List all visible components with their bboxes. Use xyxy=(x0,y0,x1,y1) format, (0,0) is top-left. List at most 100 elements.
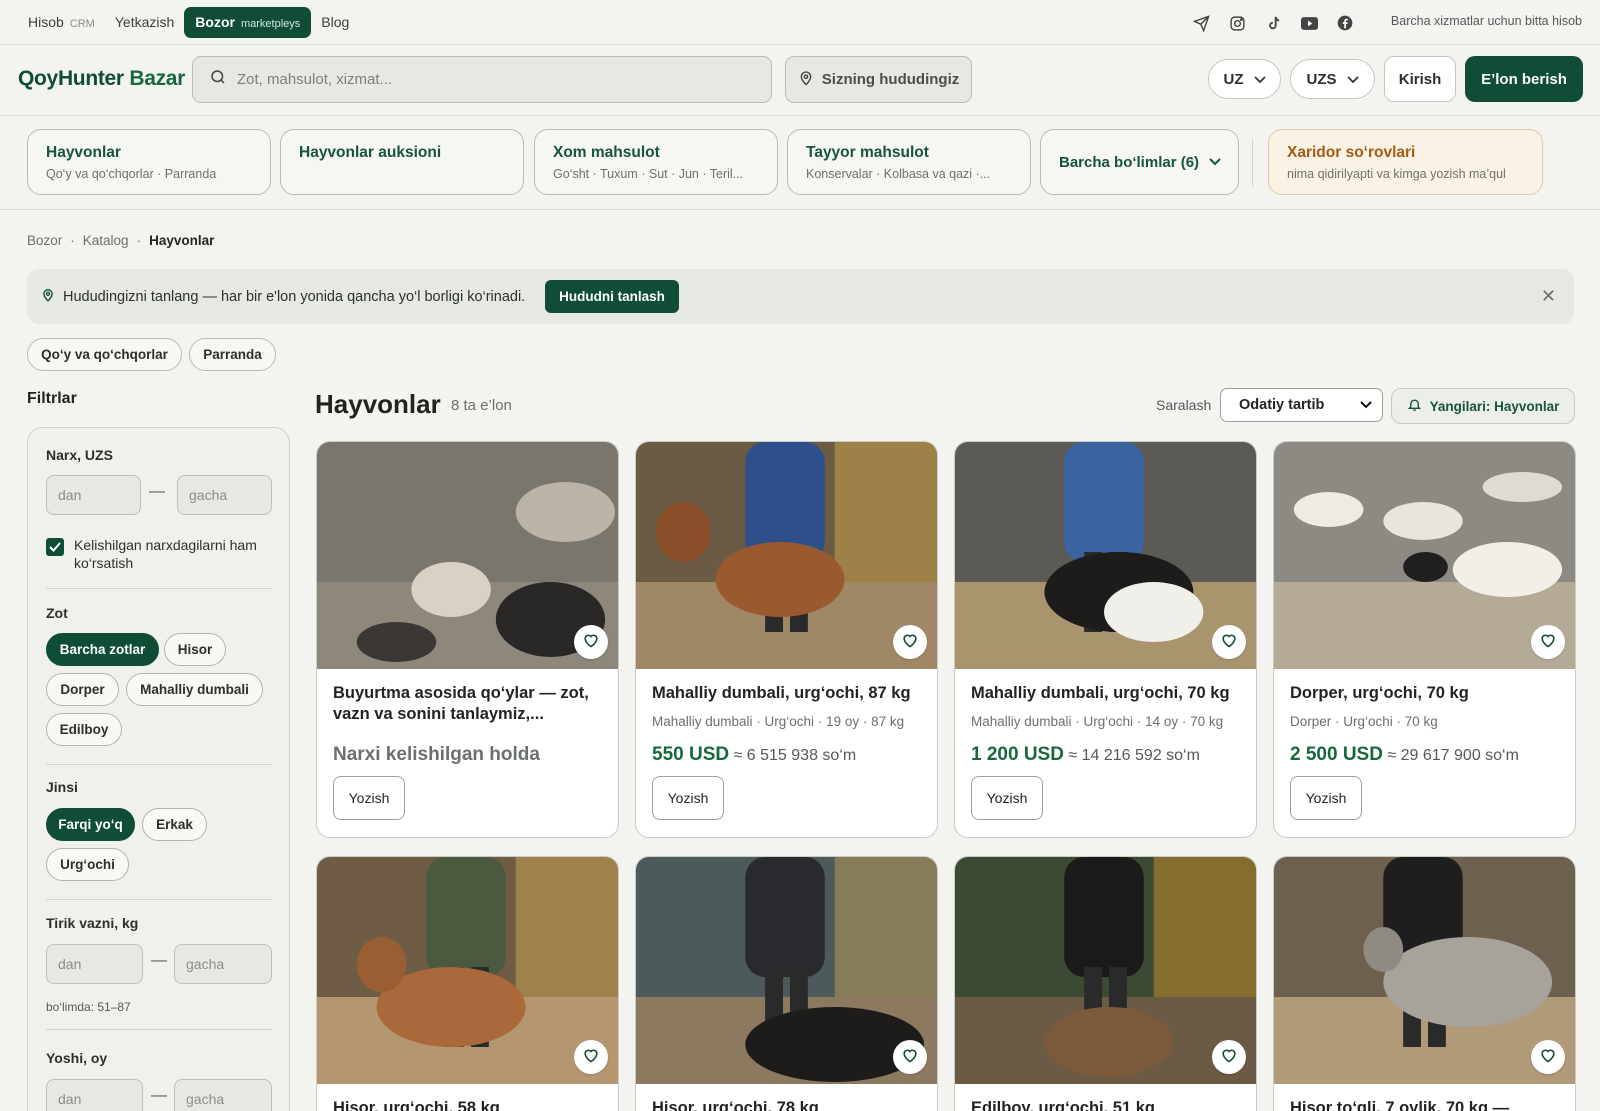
weight-from-input[interactable]: dan xyxy=(46,944,143,984)
listing-card[interactable]: Hisor, urg‘ochi, 58 kg xyxy=(316,856,619,1111)
favorite-button[interactable] xyxy=(1212,625,1246,659)
age-to-input[interactable]: gacha xyxy=(174,1079,272,1111)
listing-photo[interactable] xyxy=(1274,442,1575,669)
listing-photo-image xyxy=(636,442,937,669)
favorite-button[interactable] xyxy=(893,1040,927,1074)
listing-card[interactable]: Hisor to‘qli, 7 oylik, 70 kg — naslga xyxy=(1273,856,1576,1111)
category-auksion[interactable]: Hayvonlar auksioni xyxy=(280,129,524,195)
category-sub: Qo‘y va qo‘chqorlar · Parranda xyxy=(46,167,217,181)
login-button[interactable]: Kirish xyxy=(1384,56,1456,102)
listing-photo[interactable] xyxy=(636,857,937,1084)
listing-photo[interactable] xyxy=(1274,857,1575,1084)
listing-photo[interactable] xyxy=(955,442,1256,669)
nav-bozor[interactable]: Bozor marketpleys xyxy=(184,7,312,38)
youtube-icon[interactable] xyxy=(1298,12,1320,34)
favorite-button[interactable] xyxy=(574,1040,608,1074)
sort-select[interactable]: Odatiy tartib xyxy=(1220,388,1383,422)
heart-icon xyxy=(901,632,919,653)
instagram-icon[interactable] xyxy=(1226,12,1248,34)
sex-female[interactable]: Urg‘ochi xyxy=(46,848,129,881)
listing-title[interactable]: Mahalliy dumbali, urg‘ochi, 87 kg xyxy=(652,683,927,704)
facebook-icon[interactable] xyxy=(1334,12,1356,34)
listing-price-negotiable: Narxi kelishilgan holda xyxy=(333,744,540,765)
breadcrumb-item[interactable]: Katalog xyxy=(83,233,129,248)
tagline: Barcha xizmatlar uchun bitta hisob xyxy=(1390,14,1582,28)
listing-card[interactable]: Dorper, urg‘ochi, 70 kg Dorper · Urg‘ochi… xyxy=(1273,441,1576,838)
location-pin-icon xyxy=(798,69,814,91)
write-button[interactable]: Yozish xyxy=(652,776,724,820)
main-header: QoyHunter Bazar Sizning hududingiz UZ UZ… xyxy=(0,45,1600,116)
telegram-icon[interactable] xyxy=(1190,12,1212,34)
listing-card[interactable]: Mahalliy dumbali, urg‘ochi, 70 kg Mahalli… xyxy=(954,441,1257,838)
category-xom-mahsulot[interactable]: Xom mahsulot Go‘sht · Tuxum · Sut · Jun … xyxy=(534,129,778,195)
price-som: ≈ 6 515 938 so‘m xyxy=(733,747,857,764)
nav-yetkazish[interactable]: Yetkazish xyxy=(105,7,184,38)
currency-select[interactable]: UZS xyxy=(1290,59,1375,99)
price-from-input[interactable]: dan xyxy=(46,475,141,515)
price-usd: 2 500 USD xyxy=(1290,744,1383,765)
age-from-input[interactable]: dan xyxy=(46,1079,143,1111)
choose-region-button[interactable]: Hududni tanlash xyxy=(545,280,679,313)
listing-photo-image xyxy=(1274,442,1575,669)
breed-dorper[interactable]: Dorper xyxy=(46,673,119,706)
nav-hisob[interactable]: Hisob CRM xyxy=(18,7,105,38)
subscribe-updates-button[interactable]: Yangilari: Hayvonlar xyxy=(1391,388,1575,424)
listing-title[interactable]: Hisor to‘qli, 7 oylik, 70 kg — naslga xyxy=(1290,1098,1565,1111)
write-button[interactable]: Yozish xyxy=(333,776,405,820)
logo[interactable]: QoyHunter Bazar xyxy=(18,67,185,91)
price-to-input[interactable]: gacha xyxy=(177,475,272,515)
breadcrumb-current: Hayvonlar xyxy=(149,233,215,248)
sex-male[interactable]: Erkak xyxy=(142,808,207,841)
sex-any[interactable]: Farqi yo‘q xyxy=(46,808,135,841)
listing-card[interactable]: Hisor, urg‘ochi, 78 kg xyxy=(635,856,938,1111)
listing-card[interactable]: Buyurtma asosida qo‘ylar — zot, vazn va … xyxy=(316,441,619,838)
age-label: Yoshi, oy xyxy=(46,1050,108,1066)
chip-qoy[interactable]: Qo‘y va qo‘chqorlar xyxy=(27,338,182,371)
language-select[interactable]: UZ xyxy=(1208,59,1281,99)
search-input[interactable] xyxy=(237,71,737,88)
listing-title[interactable]: Mahalliy dumbali, urg‘ochi, 70 kg xyxy=(971,683,1246,704)
favorite-button[interactable] xyxy=(574,625,608,659)
listing-photo[interactable] xyxy=(955,857,1256,1084)
notice-text: Hududingizni tanlang — har bir e'lon yon… xyxy=(63,289,526,305)
write-button[interactable]: Yozish xyxy=(971,776,1043,820)
breed-mahalliy-dumbali[interactable]: Mahalliy dumbali xyxy=(126,673,263,706)
breed-hisor[interactable]: Hisor xyxy=(164,633,226,666)
listing-card[interactable]: Mahalliy dumbali, urg‘ochi, 87 kg Mahalli… xyxy=(635,441,938,838)
write-button[interactable]: Yozish xyxy=(1290,776,1362,820)
tiktok-icon[interactable] xyxy=(1262,12,1284,34)
category-tayyor-mahsulot[interactable]: Tayyor mahsulot Konservalar · Kolbasa va… xyxy=(787,129,1031,195)
weight-to-input[interactable]: gacha xyxy=(174,944,272,984)
negotiable-label: Kelishilgan narxdagilarni ham ko‘rsatish xyxy=(74,537,257,571)
listing-title[interactable]: Edilboy, urg‘ochi, 51 kg xyxy=(971,1098,1246,1111)
listing-title[interactable]: Dorper, urg‘ochi, 70 kg xyxy=(1290,683,1565,704)
listing-title[interactable]: Buyurtma asosida qo‘ylar — zot, vazn va … xyxy=(333,683,608,725)
favorite-button[interactable] xyxy=(1531,1040,1565,1074)
heart-icon xyxy=(901,1047,919,1068)
listing-photo[interactable] xyxy=(636,442,937,669)
listing-title[interactable]: Hisor, urg‘ochi, 58 kg xyxy=(333,1098,608,1111)
post-ad-button[interactable]: E’lon berish xyxy=(1465,56,1583,102)
breed-all[interactable]: Barcha zotlar xyxy=(46,633,159,666)
listing-card[interactable]: Edilboy, urg‘ochi, 51 kg xyxy=(954,856,1257,1111)
favorite-button[interactable] xyxy=(1531,625,1565,659)
region-selector[interactable]: Sizning hududingiz xyxy=(785,56,972,103)
listing-photo[interactable] xyxy=(317,857,618,1084)
chip-parranda[interactable]: Parranda xyxy=(189,338,276,371)
breed-label: Zot xyxy=(46,605,68,621)
negotiable-checkbox[interactable]: Kelishilgan narxdagilarni ham ko‘rsatish xyxy=(46,536,276,572)
favorite-button[interactable] xyxy=(1212,1040,1246,1074)
listing-title: Hayvonlar xyxy=(315,389,441,419)
heart-icon xyxy=(1539,632,1557,653)
all-categories-dropdown[interactable]: Barcha bo‘limlar (6) xyxy=(1040,129,1239,195)
nav-blog[interactable]: Blog xyxy=(311,7,359,38)
breadcrumb-item[interactable]: Bozor xyxy=(27,233,62,248)
range-dash: — xyxy=(151,1087,167,1104)
favorite-button[interactable] xyxy=(893,625,927,659)
listing-photo[interactable] xyxy=(317,442,618,669)
category-buyer-requests[interactable]: Xaridor so‘rovlari nima qidirilyapti va … xyxy=(1268,129,1543,195)
category-hayvonlar[interactable]: Hayvonlar Qo‘y va qo‘chqorlar · Parranda xyxy=(27,129,271,195)
breed-edilboy[interactable]: Edilboy xyxy=(46,713,122,746)
close-icon[interactable]: ✕ xyxy=(1541,286,1556,307)
listing-title[interactable]: Hisor, urg‘ochi, 78 kg xyxy=(652,1098,927,1111)
